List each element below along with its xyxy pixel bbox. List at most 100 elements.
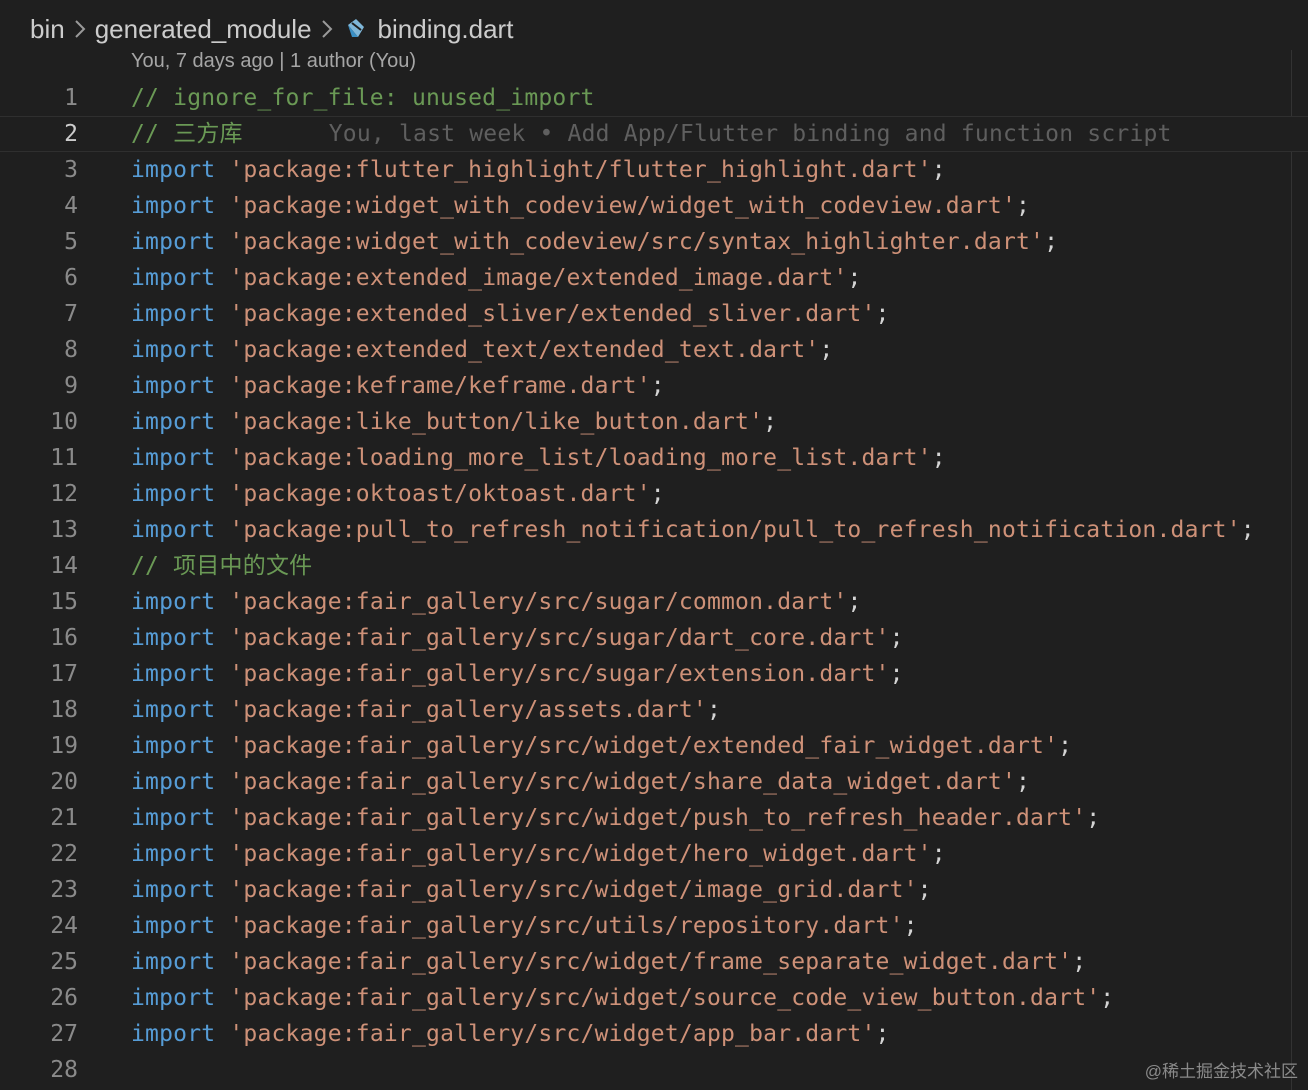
import-keyword: import bbox=[131, 697, 216, 723]
code-line[interactable]: 16 import 'package:fair_gallery/src/sugar… bbox=[0, 620, 1308, 656]
line-number: 1 bbox=[64, 85, 78, 111]
import-path-string: 'package:keframe/keframe.dart' bbox=[229, 373, 651, 399]
code-line[interactable]: 10 import 'package:like_button/like_butto… bbox=[0, 404, 1308, 440]
code-text: import 'package:fair_gallery/src/widget/… bbox=[131, 728, 1072, 764]
import-keyword: import bbox=[131, 229, 216, 255]
code-line[interactable]: 14 // 项目中的文件 bbox=[0, 548, 1308, 584]
line-number: 16 bbox=[50, 625, 78, 651]
code-line[interactable]: 22 import 'package:fair_gallery/src/widge… bbox=[0, 836, 1308, 872]
import-path-string: 'package:extended_image/extended_image.d… bbox=[229, 265, 848, 291]
line-number: 10 bbox=[50, 409, 78, 435]
semicolon: ; bbox=[1072, 949, 1087, 975]
import-keyword: import bbox=[131, 373, 216, 399]
chevron-right-icon bbox=[73, 18, 87, 40]
code-text: import 'package:keframe/keframe.dart'; bbox=[131, 368, 665, 404]
code-line[interactable]: 3 import 'package:flutter_highlight/flutt… bbox=[0, 152, 1308, 188]
line-number: 21 bbox=[50, 805, 78, 831]
semicolon: ; bbox=[917, 877, 932, 903]
inline-blame-annotation[interactable]: You, last week • Add App/Flutter binding… bbox=[329, 121, 1172, 147]
code-text: // ignore_for_file: unused_import bbox=[131, 80, 595, 116]
import-path-string: 'package:fair_gallery/src/widget/app_bar… bbox=[229, 1021, 876, 1047]
semicolon: ; bbox=[1016, 769, 1031, 795]
code-line[interactable]: 21 import 'package:fair_gallery/src/widge… bbox=[0, 800, 1308, 836]
import-keyword: import bbox=[131, 481, 216, 507]
comment-text: // 项目中的文件 bbox=[131, 553, 313, 579]
comment-text: // ignore_for_file: unused_import bbox=[131, 85, 595, 111]
import-path-string: 'package:flutter_highlight/flutter_highl… bbox=[229, 157, 932, 183]
code-text: // 项目中的文件 bbox=[131, 548, 312, 584]
import-keyword: import bbox=[131, 589, 216, 615]
import-keyword: import bbox=[131, 1021, 216, 1047]
code-text: import 'package:fair_gallery/src/widget/… bbox=[131, 836, 946, 872]
line-number: 27 bbox=[50, 1021, 78, 1047]
code-text: // 三方库 You, last week • Add App/Flutter b… bbox=[131, 116, 1172, 152]
line-number: 5 bbox=[64, 229, 78, 255]
semicolon: ; bbox=[1058, 733, 1073, 759]
line-number: 12 bbox=[50, 481, 78, 507]
code-text: import 'package:fair_gallery/src/sugar/c… bbox=[131, 584, 862, 620]
code-line[interactable]: 20 import 'package:fair_gallery/src/widge… bbox=[0, 764, 1308, 800]
semicolon: ; bbox=[889, 661, 904, 687]
line-number: 9 bbox=[64, 373, 78, 399]
code-line[interactable]: 11 import 'package:loading_more_list/load… bbox=[0, 440, 1308, 476]
code-line[interactable]: 13 import 'package:pull_to_refresh_notifi… bbox=[0, 512, 1308, 548]
semicolon: ; bbox=[931, 841, 946, 867]
breadcrumb-file-binding-dart[interactable]: binding.dart bbox=[378, 14, 514, 45]
breadcrumb-folder-generated-module[interactable]: generated_module bbox=[95, 14, 312, 45]
code-line[interactable]: 6 import 'package:extended_image/extended… bbox=[0, 260, 1308, 296]
code-text: import 'package:widget_with_codeview/src… bbox=[131, 224, 1058, 260]
import-path-string: 'package:fair_gallery/src/widget/share_d… bbox=[229, 769, 1017, 795]
code-text: import 'package:fair_gallery/src/widget/… bbox=[131, 980, 1114, 1016]
code-line[interactable]: 4 import 'package:widget_with_codeview/wi… bbox=[0, 188, 1308, 224]
code-line[interactable]: 8 import 'package:extended_text/extended_… bbox=[0, 332, 1308, 368]
code-text: import 'package:fair_gallery/assets.dart… bbox=[131, 692, 721, 728]
git-blame-header[interactable]: You, 7 days ago | 1 author (You) bbox=[131, 50, 416, 73]
import-keyword: import bbox=[131, 805, 216, 831]
comment-text: // 三方库 bbox=[131, 121, 243, 147]
code-text: import 'package:loading_more_list/loadin… bbox=[131, 440, 946, 476]
line-number: 18 bbox=[50, 697, 78, 723]
semicolon: ; bbox=[931, 157, 946, 183]
import-path-string: 'package:fair_gallery/assets.dart' bbox=[229, 697, 707, 723]
code-editor[interactable]: 1 // ignore_for_file: unused_import 2 // 三方… bbox=[0, 80, 1308, 1088]
breadcrumb-folder-bin[interactable]: bin bbox=[30, 14, 65, 45]
code-line[interactable]: 26 import 'package:fair_gallery/src/widge… bbox=[0, 980, 1308, 1016]
import-keyword: import bbox=[131, 733, 216, 759]
code-text: import 'package:extended_text/extended_t… bbox=[131, 332, 833, 368]
line-number: 24 bbox=[50, 913, 78, 939]
code-line[interactable]: 24 import 'package:fair_gallery/src/utils… bbox=[0, 908, 1308, 944]
line-number: 3 bbox=[64, 157, 78, 183]
import-path-string: 'package:widget_with_codeview/widget_wit… bbox=[229, 193, 1017, 219]
code-line[interactable]: 7 import 'package:extended_sliver/extende… bbox=[0, 296, 1308, 332]
code-text: import 'package:like_button/like_button.… bbox=[131, 404, 777, 440]
semicolon: ; bbox=[819, 337, 834, 363]
import-path-string: 'package:fair_gallery/src/widget/push_to… bbox=[229, 805, 1087, 831]
import-path-string: 'package:extended_sliver/extended_sliver… bbox=[229, 301, 876, 327]
code-line[interactable]: 28 bbox=[0, 1052, 1308, 1088]
code-line[interactable]: 2 // 三方库 You, last week • Add App/Flutter … bbox=[0, 116, 1308, 152]
code-line[interactable]: 5 import 'package:widget_with_codeview/sr… bbox=[0, 224, 1308, 260]
code-line[interactable]: 25 import 'package:fair_gallery/src/widge… bbox=[0, 944, 1308, 980]
import-keyword: import bbox=[131, 157, 216, 183]
semicolon: ; bbox=[875, 1021, 890, 1047]
import-path-string: 'package:pull_to_refresh_notification/pu… bbox=[229, 517, 1241, 543]
code-line[interactable]: 12 import 'package:oktoast/oktoast.dart'; bbox=[0, 476, 1308, 512]
code-text: import 'package:widget_with_codeview/wid… bbox=[131, 188, 1030, 224]
line-number: 19 bbox=[50, 733, 78, 759]
import-path-string: 'package:fair_gallery/src/sugar/common.d… bbox=[229, 589, 848, 615]
code-line[interactable]: 15 import 'package:fair_gallery/src/sugar… bbox=[0, 584, 1308, 620]
import-path-string: 'package:fair_gallery/src/sugar/extensio… bbox=[229, 661, 890, 687]
code-text: import 'package:fair_gallery/src/widget/… bbox=[131, 1016, 890, 1052]
code-line[interactable]: 19 import 'package:fair_gallery/src/widge… bbox=[0, 728, 1308, 764]
code-text: import 'package:fair_gallery/src/widget/… bbox=[131, 944, 1086, 980]
code-line[interactable]: 18 import 'package:fair_gallery/assets.da… bbox=[0, 692, 1308, 728]
code-line[interactable]: 23 import 'package:fair_gallery/src/widge… bbox=[0, 872, 1308, 908]
code-line[interactable]: 27 import 'package:fair_gallery/src/widge… bbox=[0, 1016, 1308, 1052]
code-line[interactable]: 1 // ignore_for_file: unused_import bbox=[0, 80, 1308, 116]
code-text: import 'package:fair_gallery/src/sugar/e… bbox=[131, 656, 904, 692]
code-line[interactable]: 9 import 'package:keframe/keframe.dart'; bbox=[0, 368, 1308, 404]
import-path-string: 'package:oktoast/oktoast.dart' bbox=[229, 481, 651, 507]
code-line[interactable]: 17 import 'package:fair_gallery/src/sugar… bbox=[0, 656, 1308, 692]
line-number: 14 bbox=[50, 553, 78, 579]
import-keyword: import bbox=[131, 985, 216, 1011]
